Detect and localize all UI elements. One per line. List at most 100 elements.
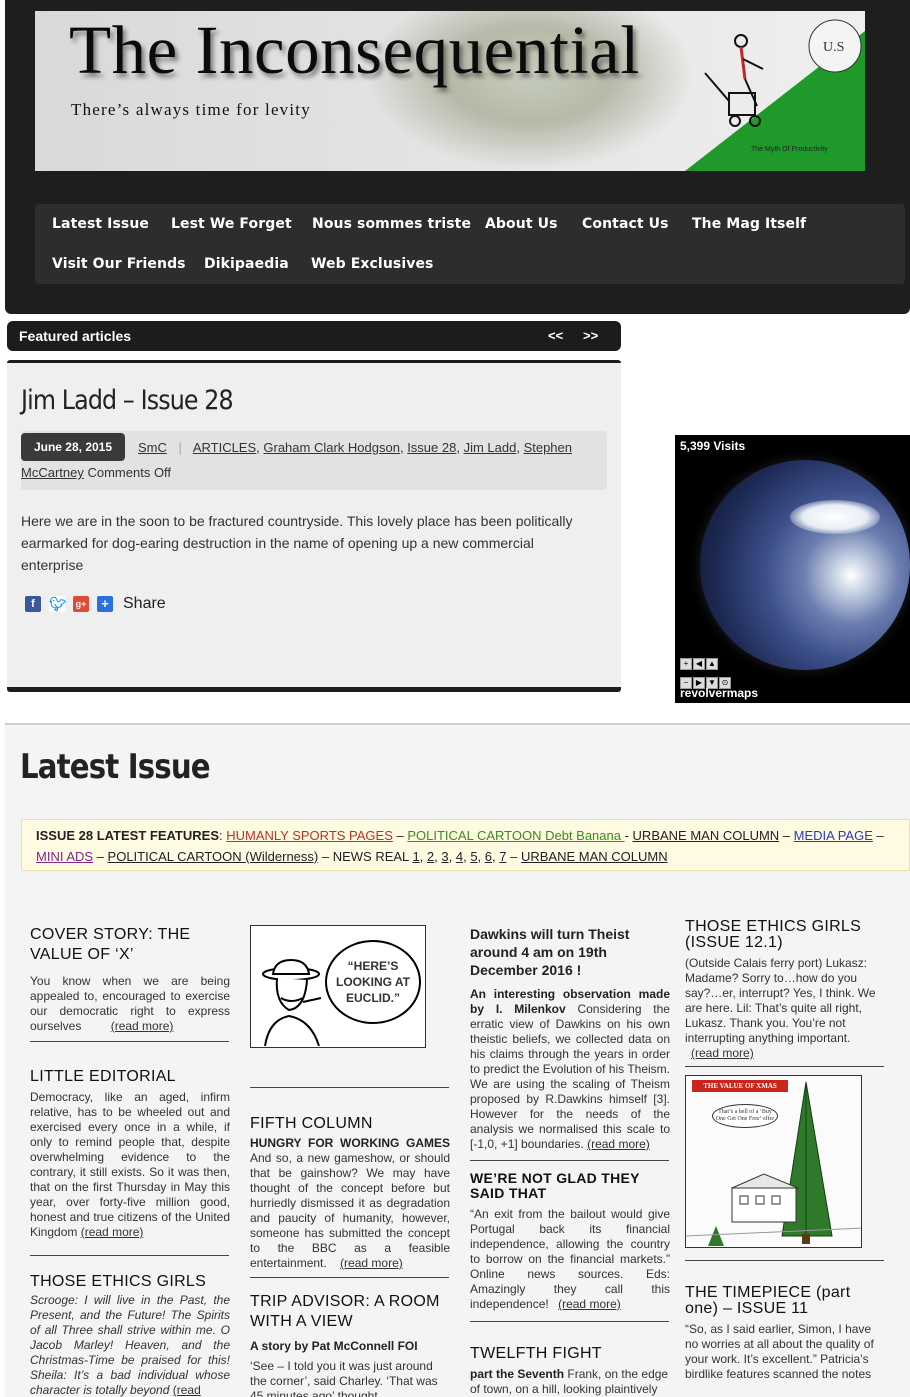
not-glad-body: “An exit from the bailout would give Por…	[470, 1207, 670, 1311]
editorial-block: LITTLE EDITORIAL Democracy, like an aged…	[30, 1067, 230, 1240]
tag-link-jim-ladd[interactable]: Jim Ladd	[464, 440, 517, 455]
news-real-link-4[interactable]: 4	[456, 849, 463, 864]
trip-advisor-block: TRIP ADVISOR: A ROOM WITH A VIEW A story…	[250, 1292, 450, 1397]
feature-link-wilderness[interactable]: POLITICAL CARTOON (Wilderness)	[108, 849, 319, 864]
editorial-text: Democracy, like an aged, infirm relative…	[30, 1090, 230, 1240]
euclid-cartoon-image[interactable]: “HERE’S LOOKING AT EUCLID.”	[250, 925, 426, 1048]
news-real-link-6[interactable]: 6	[485, 849, 492, 864]
nav-visit-our-friends[interactable]: Visit Our Friends	[52, 256, 186, 272]
site-header: The Inconsequential There’s always time …	[5, 0, 910, 314]
nav-dikipaedia[interactable]: Dikipaedia	[204, 256, 289, 272]
tag-link-graham-clark-hodgson[interactable]: Graham Clark Hodgson	[263, 440, 400, 455]
rotate-left-icon[interactable]: ◀	[693, 658, 705, 670]
trip-advisor-byline: A story by Pat McConnell FOI	[250, 1339, 418, 1353]
column-4-separator	[685, 1066, 884, 1067]
value-of-xmas-cartoon-image[interactable]: THE VALUE OF XMAS That’s a hell of a ‘Bu…	[685, 1075, 862, 1248]
editorial-title[interactable]: LITTLE EDITORIAL	[30, 1067, 230, 1087]
zoom-in-icon[interactable]: +	[680, 658, 692, 670]
featured-articles-bar: Featured articles << >>	[7, 321, 621, 351]
globe-image[interactable]	[700, 460, 910, 670]
news-real-link-1[interactable]: 1	[412, 849, 419, 864]
speech-bubble: “HERE’S LOOKING AT EUCLID.”	[325, 940, 421, 1024]
comments-off: Comments Off	[87, 465, 172, 480]
featured-next-button[interactable]: >>	[583, 328, 598, 343]
nav-web-exclusives[interactable]: Web Exclusives	[311, 256, 433, 272]
ethics-girls-read-more[interactable]: (read	[173, 1383, 201, 1397]
ethics-girls-12-title[interactable]: THOSE ETHICS GIRLS (ISSUE 12.1)	[685, 919, 885, 951]
not-glad-title[interactable]: WE’RE NOT GLAD THEY SAID THAT	[470, 1171, 670, 1201]
svg-text:U.S: U.S	[823, 40, 844, 55]
feature-link-media-page[interactable]: MEDIA PAGE	[794, 828, 873, 843]
featured-prev-button[interactable]: <<	[548, 328, 563, 343]
tag-link-stephen-mccartney-cont[interactable]: McCartney	[21, 465, 84, 480]
news-real-link-5[interactable]: 5	[470, 849, 477, 864]
addthis-plus-icon[interactable]: +	[97, 596, 113, 612]
ethics-girls-title[interactable]: THOSE ETHICS GIRLS	[30, 1272, 230, 1292]
share-row: f 🐦︎ g+ + Share	[25, 594, 166, 614]
news-real-link-7[interactable]: 7	[499, 849, 506, 864]
feature-link-urbane-man-2[interactable]: URBANE MAN COLUMN	[521, 849, 668, 864]
cover-story-read-more[interactable]: (read more)	[111, 1019, 174, 1033]
news-real-link-2[interactable]: 2	[427, 849, 434, 864]
article-title[interactable]: Jim Ladd – Issue 28	[21, 385, 234, 416]
twelfth-fight-lead: part the Seventh	[470, 1367, 565, 1381]
tag-link-articles[interactable]: ARTICLES	[193, 440, 256, 455]
site-title: The Inconsequential	[69, 12, 640, 88]
cover-story-title[interactable]: COVER STORY: THE VALUE OF ‘X’	[30, 925, 230, 965]
not-glad-text: “An exit from the bailout would give Por…	[470, 1207, 670, 1312]
feature-link-sports[interactable]: HUMANLY SPORTS PAGES	[226, 828, 393, 843]
fifth-column-block: FIFTH COLUMN HUNGRY FOR WORKING GAMES An…	[250, 1114, 450, 1271]
nav-about-us[interactable]: About Us	[485, 216, 558, 232]
site-banner[interactable]: The Inconsequential There’s always time …	[35, 11, 865, 171]
news-real-link-3[interactable]: 3	[441, 849, 448, 864]
rotate-up-icon[interactable]: ▲	[706, 658, 718, 670]
feature-link-urbane-man[interactable]: URBANE MAN COLUMN	[633, 828, 780, 843]
trip-advisor-text: ‘See – I told you it was just around the…	[250, 1359, 438, 1397]
article-excerpt: Here we are in the soon to be fractured …	[21, 513, 573, 573]
twelfth-fight-title[interactable]: TWELFTH FIGHT	[470, 1344, 670, 1364]
site-tagline: There’s always time for levity	[71, 100, 311, 119]
meta-divider: |	[178, 440, 182, 455]
editorial-read-more[interactable]: (read more)	[81, 1225, 144, 1239]
feature-link-debt-banana[interactable]: POLITICAL CARTOON Debt Banana	[407, 828, 624, 843]
google-plus-icon[interactable]: g+	[73, 596, 89, 612]
share-label[interactable]: Share	[123, 595, 166, 613]
nav-nous-sommes-triste[interactable]: Nous sommes triste	[312, 216, 471, 232]
fifth-column-lead: HUNGRY FOR WORKING GAMES	[250, 1136, 450, 1150]
dawkins-title[interactable]: Dawkins will turn Theist around 4 am on …	[470, 925, 670, 979]
timepiece-title[interactable]: THE TIMEPIECE (part one) – ISSUE 11	[685, 1285, 885, 1317]
fifth-column-text: HUNGRY FOR WORKING GAMES And so, a new g…	[250, 1136, 450, 1271]
main-nav: Latest Issue Lest We Forget Nous sommes …	[35, 204, 905, 284]
ethics-girls-block: THOSE ETHICS GIRLS Scrooge: I will live …	[30, 1272, 230, 1397]
revolvermaps-link[interactable]: revolvermaps	[680, 686, 758, 700]
tag-link-issue-28[interactable]: Issue 28	[407, 440, 456, 455]
trip-advisor-title[interactable]: TRIP ADVISOR: A ROOM WITH A VIEW	[250, 1292, 450, 1332]
facebook-icon[interactable]: f	[25, 596, 41, 612]
feature-link-mini-ads[interactable]: MINI ADS	[36, 849, 93, 864]
ethics-girls-text: Scrooge: I will live in the Past, the Pr…	[30, 1293, 230, 1397]
nav-the-mag-itself[interactable]: The Mag Itself	[692, 216, 806, 232]
fifth-column-title[interactable]: FIFTH COLUMN	[250, 1114, 450, 1134]
column-1: COVER STORY: THE VALUE OF ‘X’ You know w…	[30, 925, 230, 1034]
visitor-globe-widget[interactable]: 5,399 Visits + ◀ ▲ − ▶ ▼ ⊙ revolvermaps	[675, 435, 910, 703]
twelfth-fight-block: TWELFTH FIGHT part the Seventh Frank, on…	[470, 1344, 670, 1397]
column-4-separator-2	[685, 1260, 884, 1261]
nav-contact-us[interactable]: Contact Us	[582, 216, 669, 232]
article-author-link[interactable]: SmC	[138, 440, 167, 455]
featured-articles-label: Featured articles	[19, 328, 132, 344]
ethics-girls-12-body: (Outside Calais ferry port) Lukasz: Mada…	[685, 956, 876, 1045]
fifth-column-read-more[interactable]: (read more)	[340, 1256, 403, 1270]
nav-latest-issue[interactable]: Latest Issue	[52, 216, 149, 232]
timepiece-text: “So, as I said earlier, Simon, I have no…	[685, 1322, 874, 1381]
tag-link-stephen-mccartney[interactable]: Stephen	[524, 440, 572, 455]
editorial-body: Democracy, like an aged, infirm relative…	[30, 1090, 230, 1239]
fifth-column-body: And so, a new gameshow, or should that b…	[250, 1151, 450, 1270]
twelfth-fight-text: part the Seventh Frank, on the edge of t…	[470, 1367, 670, 1397]
ethics-girls-12-read-more[interactable]: (read more)	[691, 1046, 754, 1060]
dawkins-read-more[interactable]: (read more)	[587, 1137, 650, 1151]
article-meta: June 28, 2015 SmC | ARTICLES, Graham Cla…	[21, 431, 607, 490]
nav-lest-we-forget[interactable]: Lest We Forget	[171, 216, 292, 232]
twitter-icon[interactable]: 🐦︎	[49, 596, 67, 612]
not-glad-read-more[interactable]: (read more)	[558, 1297, 621, 1311]
dawkins-block: Dawkins will turn Theist around 4 am on …	[470, 925, 670, 1152]
